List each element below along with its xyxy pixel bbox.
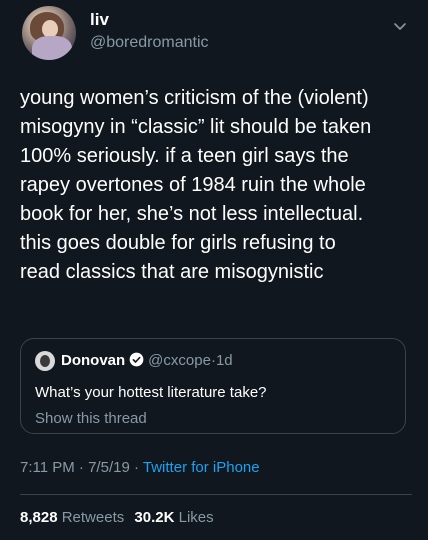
tweet-line: young women’s criticism of the (violent) <box>20 87 369 109</box>
tweet-line: read classics that are misogynistic <box>20 261 324 283</box>
tweet-date: 7/5/19 <box>88 459 130 476</box>
user-handle[interactable]: @boredromantic <box>90 34 209 52</box>
tweet-source-link[interactable]: Twitter for iPhone <box>143 459 260 476</box>
likes-stat[interactable]: 30.2K Likes <box>134 509 213 526</box>
retweets-label: Retweets <box>61 509 125 526</box>
tweet-text: young women’s criticism of the (violent)… <box>20 84 416 287</box>
tweet-time: 7:11 PM <box>20 459 75 476</box>
tweet-line: 100% seriously. if a teen girl says the <box>20 145 349 167</box>
quoted-name: Donovan <box>61 352 126 369</box>
likes-label: Likes <box>178 509 214 526</box>
tweet-line: misogyny in “classic” lit should be take… <box>20 116 372 138</box>
tweet-line: rapey overtones of 1984 ruin the whole <box>20 174 366 196</box>
tweet-header: liv @boredromantic <box>20 4 412 64</box>
quoted-tweet-card[interactable]: Donovan @cxcope·1d What’s your hottest li… <box>20 338 406 434</box>
likes-count: 30.2K <box>134 509 175 526</box>
chevron-down-icon[interactable] <box>392 18 408 34</box>
quoted-avatar-face <box>40 355 50 367</box>
display-name[interactable]: liv <box>90 10 109 30</box>
quoted-time: 1d <box>215 352 233 369</box>
quoted-avatar <box>35 351 55 371</box>
verified-badge-icon <box>129 352 144 367</box>
tweet-stats: 8,828 Retweets 30.2K Likes <box>20 509 214 526</box>
tweet-line: this goes double for girls refusing to <box>20 232 336 254</box>
quoted-text: What’s your hottest literature take? <box>35 384 267 401</box>
meta-separator: · <box>78 459 84 476</box>
meta-separator: · <box>133 459 139 476</box>
quoted-header: Donovan @cxcope·1d <box>61 352 233 369</box>
retweets-count: 8,828 <box>20 509 58 526</box>
show-thread-link[interactable]: Show this thread <box>35 410 147 427</box>
tweet-meta: 7:11 PM · 7/5/19 · Twitter for iPhone <box>20 459 260 476</box>
quoted-handle: @cxcope <box>148 352 211 369</box>
divider <box>20 494 412 495</box>
avatar[interactable] <box>22 6 76 60</box>
tweet-line: book for her, she’s not less intellectua… <box>20 203 364 225</box>
avatar-dress <box>32 36 72 60</box>
retweets-stat[interactable]: 8,828 Retweets <box>20 509 124 526</box>
